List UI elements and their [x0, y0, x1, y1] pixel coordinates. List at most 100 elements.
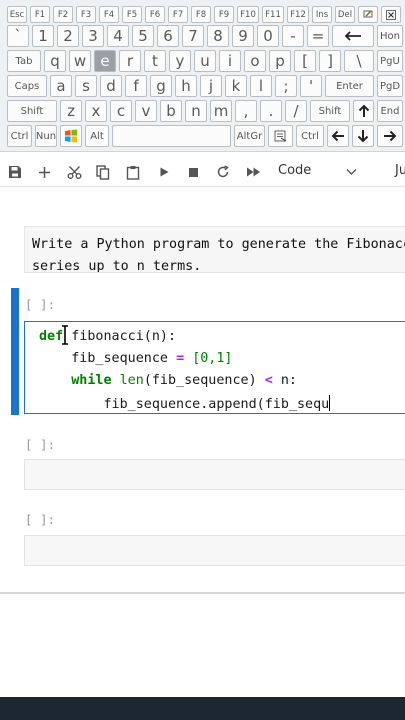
key-altgr[interactable]: AltGr [234, 125, 265, 147]
copy-cell-button[interactable] [93, 162, 113, 182]
key-minus[interactable]: - [282, 25, 304, 47]
key-f3[interactable]: F3 [76, 6, 96, 23]
key-num-lock[interactable]: Nun [35, 125, 57, 147]
empty-code-cell-1[interactable] [24, 459, 405, 490]
key-m[interactable]: m [210, 100, 232, 122]
key-arrow-right[interactable] [377, 125, 403, 147]
key-ins[interactable]: Ins [312, 6, 332, 23]
key-slash[interactable]: / [285, 100, 307, 122]
key-equals[interactable]: = [307, 25, 329, 47]
key-home[interactable]: Hon [377, 25, 403, 47]
key-arrow-down[interactable] [352, 125, 374, 147]
key-n[interactable]: n [185, 100, 207, 122]
key-left-ctrl[interactable]: Ctrl [7, 125, 32, 147]
key-6[interactable]: 6 [157, 25, 179, 47]
restart-kernel-button[interactable] [213, 162, 233, 182]
key-j[interactable]: j [200, 75, 222, 97]
key-y[interactable]: y [169, 50, 191, 72]
key-l[interactable]: l [250, 75, 272, 97]
key-page-down[interactable]: PgD [377, 75, 403, 97]
key-8[interactable]: 8 [207, 25, 229, 47]
key-esc[interactable]: Esc [7, 6, 27, 23]
key-i[interactable]: i [219, 50, 241, 72]
key-f12[interactable]: F12 [287, 6, 309, 23]
key-f2[interactable]: F2 [53, 6, 73, 23]
key-7[interactable]: 7 [182, 25, 204, 47]
save-button[interactable] [5, 162, 25, 182]
cell-type-chevron[interactable] [341, 162, 361, 182]
key-end[interactable]: End [377, 100, 403, 122]
key-p[interactable]: p [269, 50, 291, 72]
markdown-cell[interactable]: Write a Python program to generate the F… [24, 226, 405, 273]
key-alt[interactable]: Alt [85, 125, 109, 147]
key-v[interactable]: v [135, 100, 157, 122]
key-semicolon[interactable]: ; [275, 75, 297, 97]
key-b[interactable]: b [160, 100, 182, 122]
key-right-bracket[interactable]: ] [319, 50, 341, 72]
key-3[interactable]: 3 [82, 25, 104, 47]
key-z[interactable]: z [60, 100, 82, 122]
key-quote[interactable]: ' [300, 75, 322, 97]
key-f4[interactable]: F4 [99, 6, 119, 23]
key-comma[interactable]: , [235, 100, 257, 122]
key-enter[interactable]: Enter [325, 75, 374, 97]
key-context-menu[interactable] [268, 125, 293, 147]
key-t[interactable]: t [144, 50, 166, 72]
key-o[interactable]: o [244, 50, 266, 72]
key-d[interactable]: d [100, 75, 122, 97]
key-backslash[interactable]: \ [344, 50, 374, 72]
cell-type-dropdown[interactable]: Code [278, 163, 311, 178]
key-backtick[interactable]: ` [7, 25, 29, 47]
key-f8[interactable]: F8 [191, 6, 211, 23]
key-x[interactable]: x [85, 100, 107, 122]
key-e[interactable]: e [94, 50, 116, 72]
key-left-shift[interactable]: Shift [7, 100, 57, 122]
key-f[interactable]: f [125, 75, 147, 97]
key-arrow-up[interactable] [353, 100, 374, 122]
key-a[interactable]: a [50, 75, 72, 97]
keyboard-settings-button[interactable] [358, 6, 378, 23]
key-period[interactable]: . [260, 100, 282, 122]
key-caps-lock[interactable]: Caps [7, 75, 47, 97]
key-f5[interactable]: F5 [122, 6, 142, 23]
key-windows[interactable] [60, 125, 82, 147]
restart-run-all-button[interactable] [243, 162, 263, 182]
key-tab[interactable]: Tab [7, 50, 41, 72]
key-left-bracket[interactable]: [ [294, 50, 316, 72]
key-q[interactable]: q [44, 50, 66, 72]
key-f11[interactable]: F11 [262, 6, 284, 23]
key-2[interactable]: 2 [57, 25, 79, 47]
key-u[interactable]: u [194, 50, 216, 72]
code-cell-editor[interactable]: def fibonacci(n): fib_sequence = [0,1] w… [24, 321, 405, 414]
insert-cell-button[interactable] [34, 162, 54, 182]
key-del[interactable]: Del [335, 6, 355, 23]
key-k[interactable]: k [225, 75, 247, 97]
key-w[interactable]: w [69, 50, 91, 72]
key-0[interactable]: 0 [257, 25, 279, 47]
key-h[interactable]: h [175, 75, 197, 97]
key-4[interactable]: 4 [107, 25, 129, 47]
cut-cell-button[interactable] [64, 162, 84, 182]
key-right-ctrl[interactable]: Ctrl [296, 125, 324, 147]
key-r[interactable]: r [119, 50, 141, 72]
key-f9[interactable]: F9 [214, 6, 234, 23]
key-f10[interactable]: F10 [237, 6, 259, 23]
run-cell-button[interactable] [154, 162, 174, 182]
key-f7[interactable]: F7 [168, 6, 188, 23]
key-c[interactable]: c [110, 100, 132, 122]
keyboard-close-button[interactable] [381, 6, 401, 23]
key-arrow-left[interactable] [327, 125, 349, 147]
key-f1[interactable]: F1 [30, 6, 50, 23]
interrupt-kernel-button[interactable] [183, 162, 203, 182]
paste-cell-button[interactable] [123, 162, 143, 182]
key-f6[interactable]: F6 [145, 6, 165, 23]
key-s[interactable]: s [75, 75, 97, 97]
empty-code-cell-2[interactable] [24, 535, 405, 566]
key-space[interactable] [112, 125, 231, 147]
key-5[interactable]: 5 [132, 25, 154, 47]
key-backspace[interactable] [332, 25, 374, 47]
key-g[interactable]: g [150, 75, 172, 97]
key-1[interactable]: 1 [32, 25, 54, 47]
key-right-shift[interactable]: Shift [310, 100, 350, 122]
key-9[interactable]: 9 [232, 25, 254, 47]
